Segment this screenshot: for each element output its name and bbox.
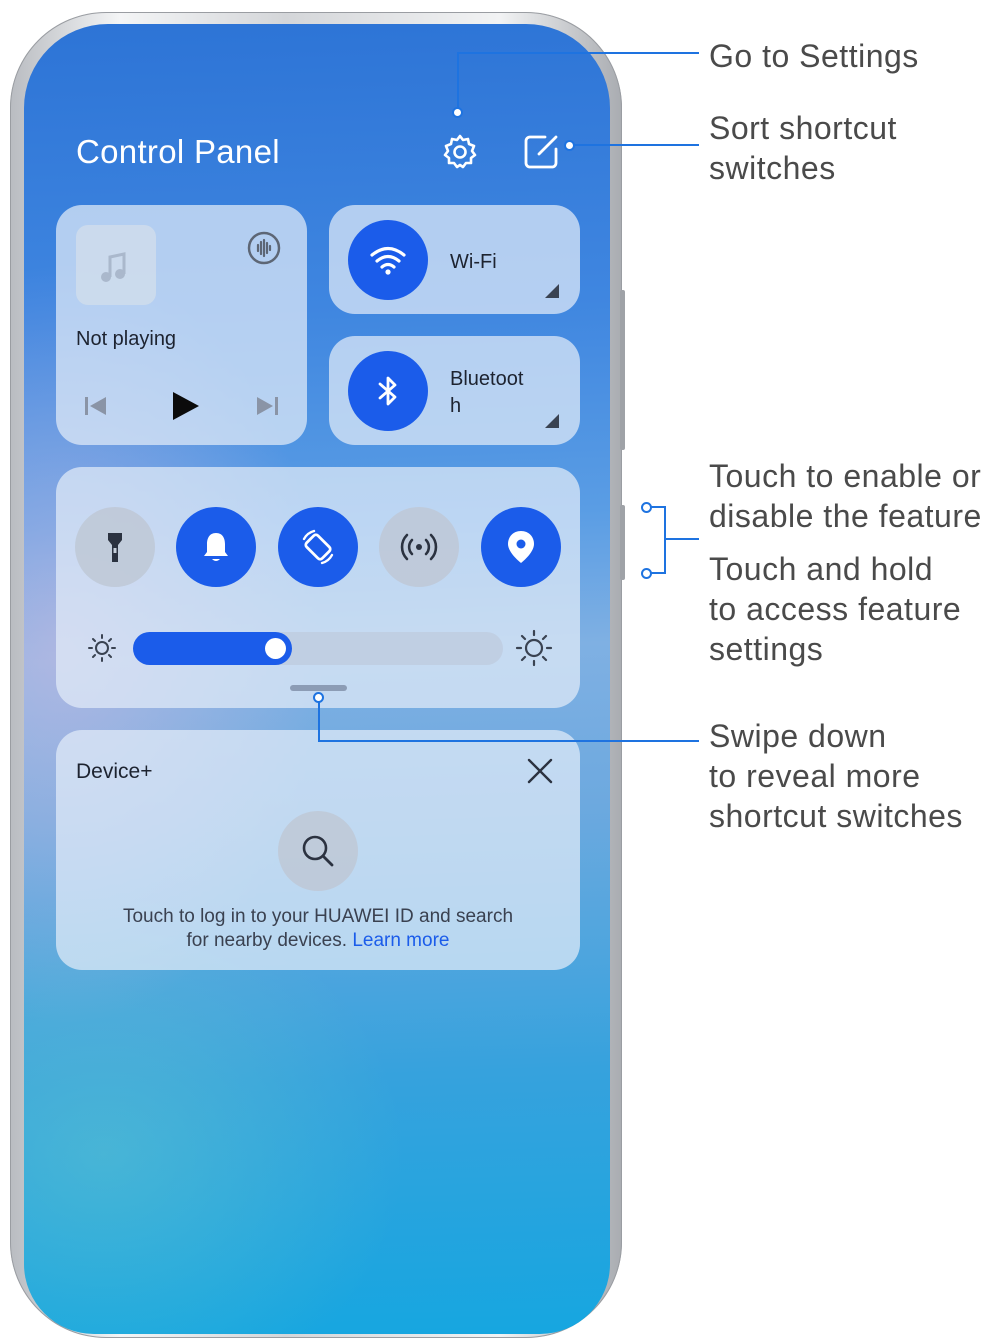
- leader-settings-h: [457, 52, 699, 54]
- device-plus-title: Device+: [76, 760, 153, 783]
- location-pin-icon: [508, 531, 534, 563]
- broadcast-icon: [400, 533, 438, 561]
- callout-sort-line1: Sort shortcut: [709, 110, 897, 146]
- rotate-icon: [302, 529, 334, 565]
- page-title: Control Panel: [76, 133, 280, 170]
- wifi-label: Wi-Fi: [450, 251, 497, 273]
- music-note-icon: [101, 252, 126, 282]
- bluetooth-label-line2: h: [450, 395, 462, 417]
- callout-hold-line2: to access feature: [709, 591, 962, 627]
- play-icon[interactable]: [169, 390, 201, 422]
- callout-enable-line2: disable the feature: [709, 498, 982, 534]
- device-plus-message-line1: Touch to log in to your HUAWEI ID and se…: [122, 906, 514, 927]
- flashlight-icon: [108, 533, 122, 562]
- sun-small-icon: [88, 634, 116, 662]
- leader-swipe-h: [318, 740, 699, 742]
- sun-large-icon: [515, 629, 553, 667]
- leader-swipe-dot: [313, 692, 324, 703]
- search-button[interactable]: [278, 811, 358, 891]
- volume-button: [620, 290, 625, 450]
- expand-corner-icon[interactable]: [545, 414, 559, 428]
- leader-buttons-dot-bottom: [641, 568, 652, 579]
- drag-handle[interactable]: [290, 685, 347, 691]
- callout-hold-line1: Touch and hold: [709, 551, 934, 587]
- expand-corner-icon[interactable]: [545, 284, 559, 298]
- callout-hold-line3: settings: [709, 631, 824, 667]
- bluetooth-label-line1: Bluetoot: [450, 368, 524, 390]
- brightness-knob[interactable]: [265, 638, 286, 659]
- auto-rotate-toggle[interactable]: [278, 507, 358, 587]
- flashlight-toggle[interactable]: [75, 507, 155, 587]
- location-toggle[interactable]: [481, 507, 561, 587]
- callout-sort-line2: switches: [709, 150, 836, 186]
- wifi-toggle[interactable]: [348, 220, 428, 300]
- close-icon[interactable]: [526, 757, 554, 785]
- search-icon: [302, 835, 334, 867]
- nfc-toggle[interactable]: [379, 507, 459, 587]
- brightness-slider[interactable]: [133, 632, 503, 665]
- leader-buttons-v: [664, 506, 666, 574]
- leader-swipe-v: [318, 697, 320, 742]
- media-status: Not playing: [76, 328, 177, 350]
- leader-settings-dot: [452, 107, 463, 118]
- bluetooth-icon: [378, 376, 397, 406]
- power-button: [620, 505, 625, 580]
- callout-swipe-line2: to reveal more: [709, 758, 921, 794]
- learn-more-link[interactable]: Learn more: [352, 930, 449, 951]
- edit-square-icon[interactable]: [521, 132, 561, 172]
- bluetooth-toggle[interactable]: [348, 351, 428, 431]
- sound-toggle[interactable]: [176, 507, 256, 587]
- album-art: [76, 225, 156, 305]
- next-icon[interactable]: [253, 393, 281, 419]
- callout-swipe-line3: shortcut switches: [709, 798, 963, 834]
- device-plus-message-line2: for nearby devices.: [186, 930, 348, 951]
- leader-sort-dot: [564, 140, 575, 151]
- wifi-icon: [370, 246, 406, 275]
- shortcut-switches-card: [56, 467, 580, 708]
- device-plus-message-line2-wrap: for nearby devices. Learn more: [56, 929, 580, 953]
- callout-enable-line1: Touch to enable or: [709, 458, 982, 494]
- previous-icon[interactable]: [82, 393, 110, 419]
- bell-icon: [204, 533, 228, 561]
- leader-sort-h: [572, 144, 699, 146]
- callout-swipe-line1: Swipe down: [709, 718, 887, 754]
- leader-buttons-h: [664, 538, 699, 540]
- leader-settings-v: [457, 52, 459, 110]
- gear-icon[interactable]: [440, 132, 480, 172]
- callout-settings: Go to Settings: [709, 38, 919, 74]
- leader-buttons-dot-top: [641, 502, 652, 513]
- device-plus-message: Touch to log in to your HUAWEI ID and se…: [56, 905, 580, 953]
- audio-output-icon[interactable]: [245, 229, 283, 267]
